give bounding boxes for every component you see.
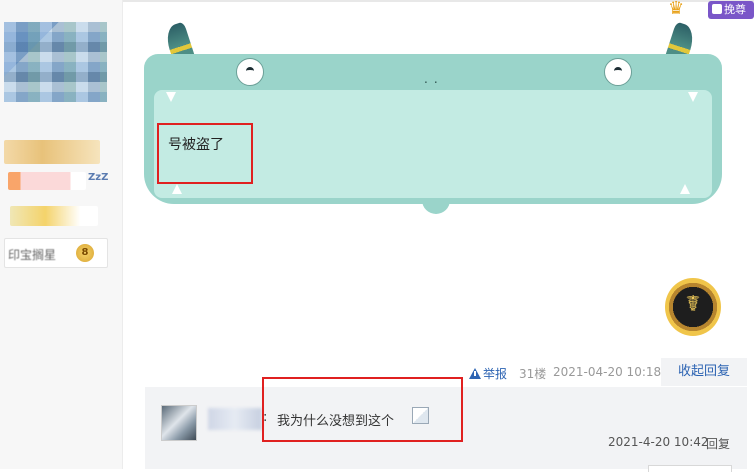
- vip-tag[interactable]: 挽尊: [708, 1, 754, 19]
- warning-icon: [469, 368, 481, 379]
- left-eye-icon: [236, 58, 264, 86]
- fang-icon: [680, 184, 690, 194]
- forum-level-title: 印宝搁星: [8, 248, 57, 262]
- user-sidebar: ZzZ 印宝搁星 8: [0, 0, 122, 469]
- collapse-replies-button[interactable]: 收起回复: [661, 358, 747, 386]
- reply-avatar[interactable]: [161, 405, 197, 441]
- sleep-icon: ZzZ: [88, 172, 109, 183]
- report-link[interactable]: 举报: [469, 365, 507, 382]
- user-avatar[interactable]: [4, 22, 107, 102]
- username-blurred[interactable]: [4, 140, 100, 164]
- report-label: 举报: [483, 367, 508, 381]
- right-eye-icon: [604, 58, 632, 86]
- user-title-blurred: [8, 172, 86, 190]
- medal-symbol: ☤: [685, 292, 701, 317]
- monster-bubble: ..: [144, 20, 724, 220]
- fang-icon: [172, 184, 182, 194]
- crown-icon: ♛: [668, 0, 685, 19]
- user-badge-blurred: [10, 206, 98, 226]
- reply-button[interactable]: 回复: [706, 435, 730, 452]
- reply-time: 2021-4-20 10:42: [608, 435, 709, 449]
- floor-number: 31楼: [519, 367, 547, 381]
- fang-icon: [166, 92, 176, 102]
- post-time: 2021-04-20 10:18: [553, 365, 662, 379]
- highlight-box-post: [157, 123, 253, 184]
- bubble-chin: [422, 200, 450, 214]
- level-badge: 8: [76, 244, 94, 262]
- fang-icon: [688, 92, 698, 102]
- vip-badge[interactable]: ♛ 挽尊: [668, 0, 754, 20]
- vip-tag-label: 挽尊: [724, 3, 746, 16]
- highlight-box-reply: [262, 377, 463, 442]
- medal-icon[interactable]: ☤: [665, 278, 721, 336]
- reply-username-blurred[interactable]: [208, 408, 262, 430]
- top-border: [123, 0, 754, 2]
- avatar-mosaic: [4, 22, 107, 102]
- monster-nose: ..: [424, 72, 444, 86]
- column-divider: [122, 0, 123, 469]
- paw-icon: [712, 4, 722, 14]
